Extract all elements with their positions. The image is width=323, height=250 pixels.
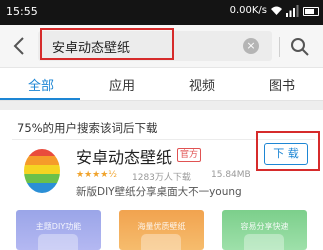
search-header: × — [0, 25, 323, 68]
clear-icon[interactable]: × — [243, 38, 259, 54]
screenshot-strip: 主题DIY功能 海量优质壁纸 容易分享快速 — [16, 210, 316, 250]
tab-all[interactable]: 全部 — [28, 75, 54, 94]
download-button[interactable]: 下 载 — [264, 143, 308, 165]
status-time: 15:55 — [6, 5, 38, 18]
tab-books[interactable]: 图书 — [269, 75, 295, 94]
screenshot-caption: 容易分享快速 — [240, 222, 289, 231]
tab-videos[interactable]: 视频 — [189, 75, 215, 94]
screenshot-caption: 海量优质壁纸 — [137, 222, 186, 231]
rating-stars: ★★★★½ — [76, 170, 117, 180]
result-card: 75%的用户搜索该词后下载 安卓动态壁纸 官方 ★★★★½ 1283万人下载 1… — [0, 110, 323, 250]
status-bar: 15:55 0.00K/s — [0, 0, 323, 25]
app-screenshot[interactable]: 海量优质壁纸 — [119, 210, 204, 250]
battery-icon — [303, 7, 319, 16]
official-badge: 官方 — [177, 148, 202, 162]
header-divider — [279, 37, 280, 57]
screenshot-caption: 主题DIY功能 — [35, 222, 82, 231]
network-speed: 0.00K/s — [229, 5, 267, 16]
tab-indicator — [0, 98, 80, 100]
tab-bar: 全部 应用 视频 图书 — [0, 69, 323, 101]
card-header: 75%的用户搜索该词后下载 — [17, 121, 158, 135]
phone-preview — [141, 234, 181, 250]
app-name[interactable]: 安卓动态壁纸 — [76, 144, 172, 168]
back-button[interactable] — [8, 34, 30, 58]
download-count: 1283万人下载 — [132, 173, 191, 183]
app-size: 15.84MB — [211, 170, 251, 180]
signal-icon — [286, 5, 299, 17]
app-icon[interactable] — [22, 146, 62, 194]
phone-preview — [38, 234, 78, 250]
tab-apps[interactable]: 应用 — [109, 75, 135, 94]
chevron-left-icon — [13, 37, 24, 55]
section-gap — [0, 101, 323, 110]
app-screenshot[interactable]: 主题DIY功能 — [16, 210, 101, 250]
search-button[interactable] — [286, 34, 314, 60]
search-highlight-box — [40, 28, 174, 60]
search-icon — [291, 38, 309, 56]
phone-preview — [244, 234, 284, 250]
app-description: 新版DIY壁纸分享桌面大不一young — [76, 186, 242, 198]
app-screenshot[interactable]: 容易分享快速 — [222, 210, 307, 250]
wifi-icon — [271, 6, 282, 15]
